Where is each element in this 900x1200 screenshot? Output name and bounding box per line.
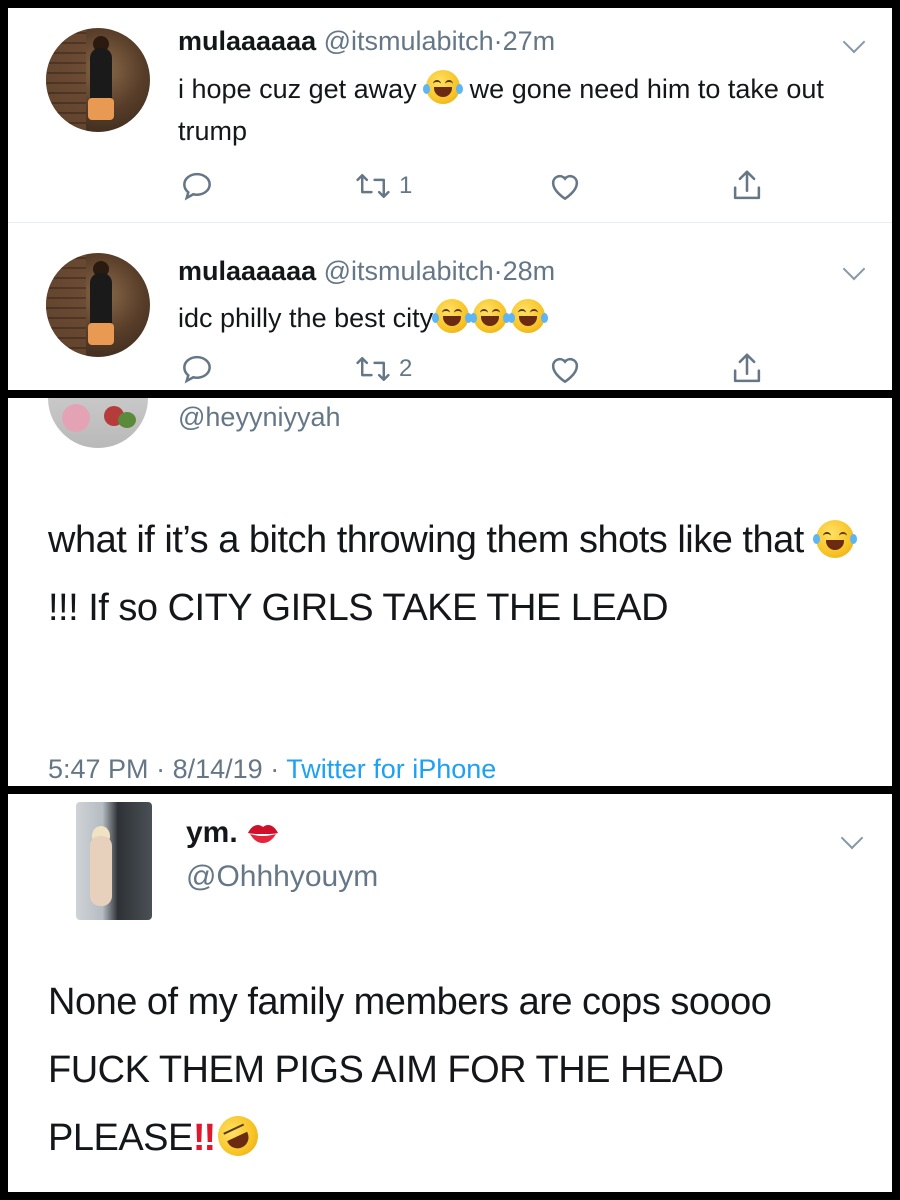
tweet-detail-panel: @heyyniyyah what if it’s a bitch throwin… (8, 398, 892, 786)
separator: · (493, 26, 503, 56)
retweet-icon (356, 174, 390, 198)
display-name[interactable]: mulaaaaaa (178, 256, 316, 286)
retweet-count: 1 (399, 172, 413, 199)
retweet-button[interactable]: 2 (353, 349, 412, 389)
heart-icon (551, 357, 579, 384)
heart-icon (551, 174, 579, 201)
avatar-background (46, 253, 86, 357)
share-button[interactable] (728, 349, 766, 389)
avatar-detail (90, 836, 112, 906)
tears-of-joy-emoji-icon (508, 299, 549, 333)
chevron-down-icon[interactable] (842, 257, 866, 281)
tears-of-joy-emoji-icon (470, 299, 511, 333)
tweet-source-link[interactable]: Twitter for iPhone (286, 754, 496, 784)
tweet-actions: 2 (178, 349, 798, 389)
user-handle[interactable]: @Ohhhyouym (186, 860, 378, 894)
avatar-detail (62, 404, 90, 432)
share-icon (733, 353, 761, 383)
avatar-background (46, 28, 86, 132)
user-handle[interactable]: @itsmulabitch (324, 256, 494, 286)
tweet-text: i hope cuz get away we gone need him to … (178, 68, 858, 152)
tweet-text-start: what if it’s a bitch throwing them shots… (48, 519, 814, 561)
separator: · (493, 256, 503, 286)
avatar-figure-legs (88, 323, 114, 345)
tweet-time[interactable]: 27m (503, 26, 556, 56)
display-name[interactable]: ym. (186, 816, 280, 850)
rolling-on-floor-laughing-emoji-icon (211, 1109, 265, 1163)
separator: · (270, 754, 280, 784)
tweet-date: 8/14/19 (172, 754, 263, 784)
exclamation-emoji-icon: !! (192, 1117, 216, 1159)
reply-button[interactable] (178, 166, 216, 206)
avatar[interactable] (46, 28, 150, 132)
tweet-thread-panel: mulaaaaaa @itsmulabitch·27m i hope cuz g… (8, 8, 892, 390)
tweet-text: what if it’s a bitch throwing them shots… (48, 506, 868, 642)
tweet-header: mulaaaaaa @itsmulabitch·27m (178, 26, 555, 57)
tears-of-joy-emoji-icon (432, 299, 473, 333)
tweet-text: None of my family members are cops soooo… (48, 968, 868, 1172)
reply-icon (183, 172, 211, 201)
tweet-actions: 1 (178, 166, 798, 206)
display-name-text: ym. (186, 816, 238, 849)
like-button[interactable] (546, 166, 584, 206)
tweet-text-end: !!! If so CITY GIRLS TAKE THE LEAD (48, 587, 669, 629)
avatar[interactable] (76, 802, 152, 920)
share-button[interactable] (728, 166, 766, 206)
tears-of-joy-emoji-icon (812, 520, 857, 558)
kiss-mark-icon (247, 825, 278, 843)
tweet-text-start: i hope cuz get away (178, 74, 417, 104)
share-icon (733, 170, 761, 200)
chevron-down-icon[interactable] (842, 30, 866, 54)
tears-of-joy-emoji-icon (423, 70, 464, 104)
tweet-header: mulaaaaaa @itsmulabitch·28m (178, 256, 555, 287)
tweet[interactable]: mulaaaaaa @itsmulabitch·27m i hope cuz g… (8, 8, 892, 223)
tweet-text: idc philly the best city (178, 297, 858, 339)
reply-button[interactable] (178, 349, 216, 389)
like-button[interactable] (546, 349, 584, 389)
reply-icon (183, 355, 211, 384)
user-handle[interactable]: @itsmulabitch (324, 26, 494, 56)
user-handle[interactable]: @heyyniyyah (178, 402, 341, 433)
avatar-detail (118, 412, 136, 428)
tweet-text-start: idc philly the best city (178, 303, 434, 333)
tweet-detail-panel: ym. @Ohhhyouym None of my family members… (8, 794, 892, 1192)
avatar[interactable] (48, 398, 148, 448)
avatar[interactable] (46, 253, 150, 357)
separator: · (156, 754, 166, 784)
display-name[interactable]: mulaaaaaa (178, 26, 316, 56)
chevron-down-icon[interactable] (840, 826, 864, 850)
retweet-icon (356, 357, 390, 381)
tweet[interactable]: mulaaaaaa @itsmulabitch·28m idc philly t… (8, 223, 892, 390)
tweet-time: 5:47 PM (48, 754, 149, 784)
retweet-count: 2 (399, 355, 413, 382)
tweet-meta: 5:47 PM · 8/14/19 · Twitter for iPhone (48, 754, 496, 785)
retweet-button[interactable]: 1 (353, 166, 412, 206)
tweet-time[interactable]: 28m (503, 256, 556, 286)
avatar-figure-legs (88, 98, 114, 120)
tweet-text-body: None of my family members are cops soooo… (48, 981, 772, 1159)
